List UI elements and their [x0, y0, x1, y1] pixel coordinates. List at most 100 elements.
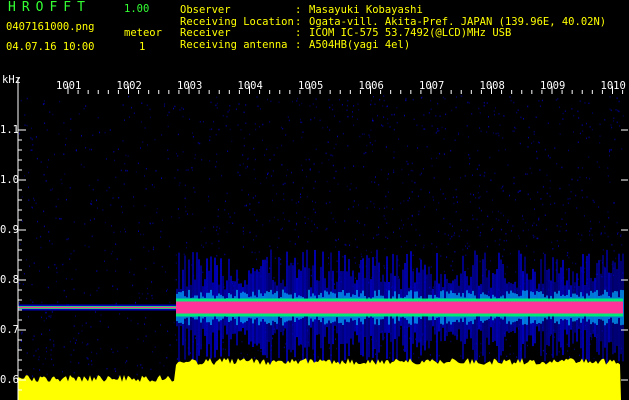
- noise-speck: [593, 357, 595, 360]
- noise-speck: [480, 209, 482, 212]
- noise-speck: [458, 235, 460, 237]
- noise-speck: [179, 109, 181, 111]
- noise-speck: [50, 316, 52, 319]
- noise-speck: [513, 182, 515, 185]
- noise-speck: [140, 147, 141, 149]
- noise-speck: [387, 118, 389, 120]
- noise-speck: [345, 244, 347, 246]
- noise-speck: [301, 121, 303, 124]
- noise-speck: [440, 188, 441, 191]
- noise-speck: [37, 348, 39, 350]
- noise-speck: [47, 159, 49, 161]
- noise-speck: [564, 239, 566, 242]
- noise-speck: [60, 178, 62, 181]
- noise-speck: [615, 109, 617, 111]
- noise-speck: [498, 149, 500, 152]
- noise-speck: [419, 258, 421, 260]
- noise-speck: [28, 171, 30, 174]
- noise-speck: [468, 245, 470, 248]
- noise-speck: [257, 349, 259, 352]
- noise-speck: [509, 345, 511, 347]
- noise-speck: [541, 99, 543, 102]
- noise-speck: [310, 269, 312, 271]
- noise-speck: [528, 136, 529, 139]
- noise-speck: [478, 164, 480, 166]
- noise-speck: [115, 270, 117, 272]
- noise-speck: [549, 195, 551, 198]
- noise-speck: [472, 214, 474, 217]
- noise-speck: [128, 95, 130, 98]
- noise-speck: [454, 251, 456, 253]
- noise-speck: [106, 158, 107, 160]
- noise-speck: [41, 316, 42, 319]
- noise-speck: [326, 227, 328, 230]
- noise-speck: [56, 271, 58, 274]
- noise-speck: [412, 170, 414, 172]
- noise-speck: [73, 288, 75, 290]
- noise-speck: [228, 213, 229, 215]
- noise-speck: [186, 246, 187, 249]
- noise-speck: [599, 221, 600, 223]
- noise-speck: [486, 102, 488, 104]
- noise-speck: [69, 258, 71, 260]
- noise-speck: [374, 140, 376, 142]
- noise-speck: [311, 230, 313, 233]
- noise-speck: [401, 168, 403, 171]
- noise-speck: [383, 207, 385, 209]
- noise-speck: [389, 356, 391, 359]
- noise-speck: [387, 237, 389, 240]
- noise-speck: [272, 199, 273, 202]
- noise-speck: [346, 185, 348, 188]
- noise-speck: [280, 126, 282, 129]
- noise-speck: [45, 358, 46, 360]
- noise-speck: [226, 192, 228, 195]
- noise-speck: [308, 158, 310, 161]
- noise-speck: [451, 235, 453, 238]
- noise-speck: [216, 96, 218, 99]
- noise-speck: [42, 363, 44, 365]
- noise-speck: [380, 168, 382, 171]
- noise-speck: [281, 144, 283, 147]
- noise-speck: [280, 258, 282, 261]
- noise-speck: [199, 121, 201, 123]
- noise-speck: [229, 216, 231, 218]
- noise-speck: [31, 206, 33, 208]
- x-tick-label: 1007: [419, 80, 444, 92]
- noise-speck: [344, 220, 346, 222]
- noise-speck: [315, 98, 317, 100]
- noise-speck: [227, 111, 229, 113]
- noise-speck: [495, 107, 496, 109]
- noise-speck: [610, 149, 612, 151]
- noise-speck: [393, 128, 395, 131]
- noise-speck: [372, 150, 373, 153]
- noise-speck: [556, 225, 558, 227]
- noise-speck: [137, 338, 139, 340]
- noise-speck: [371, 144, 373, 146]
- noise-speck: [272, 184, 274, 187]
- noise-speck: [169, 301, 171, 304]
- noise-speck: [588, 102, 590, 105]
- noise-speck: [185, 210, 187, 213]
- noise-speck: [557, 98, 559, 100]
- noise-speck: [246, 165, 248, 168]
- noise-speck: [377, 114, 378, 117]
- noise-speck: [125, 154, 127, 157]
- noise-speck: [507, 219, 509, 222]
- noise-speck: [608, 217, 610, 219]
- noise-speck: [225, 125, 227, 127]
- noise-speck: [407, 145, 409, 147]
- noise-speck: [173, 321, 175, 324]
- noise-speck: [604, 119, 606, 121]
- noise-speck: [112, 285, 114, 287]
- noise-speck: [534, 208, 535, 210]
- noise-speck: [326, 126, 328, 128]
- noise-speck: [114, 159, 116, 162]
- noise-speck: [283, 198, 285, 201]
- noise-speck: [559, 230, 561, 232]
- noise-speck: [154, 346, 156, 348]
- noise-speck: [115, 176, 117, 179]
- noise-speck: [326, 180, 328, 183]
- noise-speck: [372, 118, 374, 120]
- noise-speck: [329, 129, 331, 131]
- noise-speck: [426, 146, 428, 148]
